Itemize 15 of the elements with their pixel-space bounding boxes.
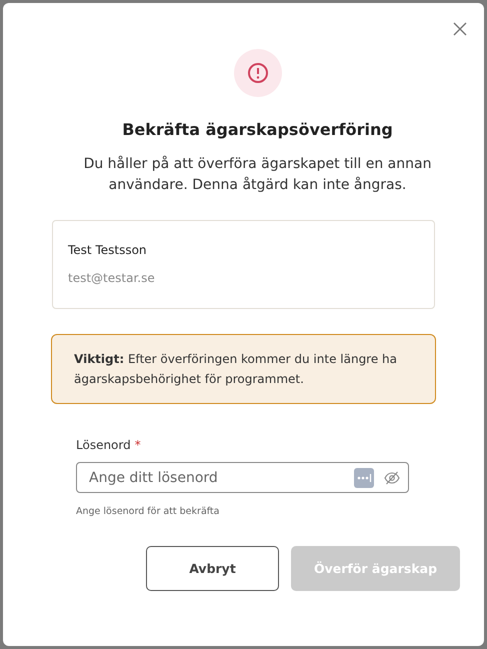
close-icon — [452, 21, 468, 37]
password-field[interactable]: Ange ditt lösenord — [76, 462, 409, 493]
password-manager-icon[interactable] — [354, 468, 374, 488]
eye-off-icon[interactable] — [384, 470, 400, 484]
alert-icon — [246, 62, 268, 84]
user-email: test@testar.se — [68, 271, 156, 285]
user-name: Test Testsson — [68, 243, 148, 257]
warning-message: Viktigt: Efter överföringen kommer du inte längre ha ägarskapsbehörighet för programmet. — [51, 334, 436, 404]
dialog-title: Bekräfta ägarskapsöverföring — [122, 120, 393, 139]
required-mark: * — [134, 438, 141, 452]
cancel-button[interactable]: Avbryt — [146, 546, 279, 591]
close-button[interactable] — [452, 21, 468, 37]
dialog-description: Du håller på att överföra ägarskapet till en annan användare. Denna åtgärd kan inte ångras. — [82, 154, 432, 195]
helper-text: Ange lösenord för att bekräfta — [76, 506, 220, 517]
password-label: Lösenord — [76, 438, 131, 452]
